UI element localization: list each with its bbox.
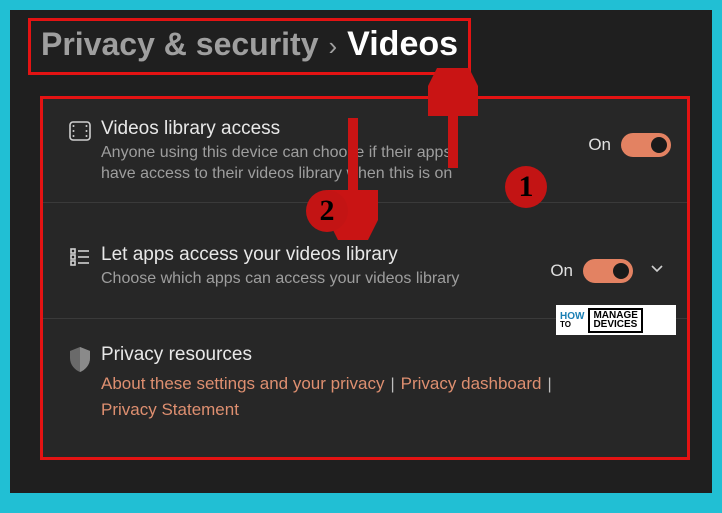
row-title: Videos library access: [101, 117, 578, 141]
toggle-knob: [651, 137, 667, 153]
settings-panel: Videos library access Anyone using this …: [40, 96, 690, 460]
apps-access-toggle[interactable]: [583, 259, 633, 283]
toggle-knob: [613, 263, 629, 279]
settings-window: Privacy & security › Videos Videos libra…: [10, 10, 712, 493]
film-strip-icon: [59, 117, 101, 143]
privacy-links: About these settings and your privacy|Pr…: [101, 371, 601, 425]
link-separator: |: [541, 376, 557, 393]
link-separator: |: [385, 376, 401, 393]
row-privacy-resources: Privacy resources About these settings a…: [43, 319, 687, 442]
row-title: Privacy resources: [101, 343, 661, 367]
list-options-icon: [59, 243, 101, 269]
row-description: Choose which apps can access your videos…: [101, 269, 461, 290]
row-videos-library-access: Videos library access Anyone using this …: [43, 99, 687, 203]
videos-access-toggle[interactable]: [621, 133, 671, 157]
breadcrumb: Privacy & security › Videos: [28, 18, 471, 75]
row-title: Let apps access your videos library: [101, 243, 540, 267]
link-privacy-statement[interactable]: Privacy Statement: [101, 400, 239, 419]
row-description: Anyone using this device can choose if t…: [101, 143, 461, 185]
breadcrumb-separator-icon: ›: [329, 31, 338, 62]
link-privacy-dashboard[interactable]: Privacy dashboard: [401, 374, 542, 393]
link-about-settings[interactable]: About these settings and your privacy: [101, 374, 385, 393]
breadcrumb-current: Videos: [347, 25, 458, 64]
chevron-down-icon[interactable]: [643, 262, 671, 281]
breadcrumb-parent[interactable]: Privacy & security: [41, 26, 319, 63]
toggle-state-label: On: [588, 135, 611, 155]
row-let-apps-access[interactable]: Let apps access your videos library Choo…: [43, 203, 687, 319]
shield-icon: [59, 343, 101, 373]
toggle-state-label: On: [550, 261, 573, 281]
